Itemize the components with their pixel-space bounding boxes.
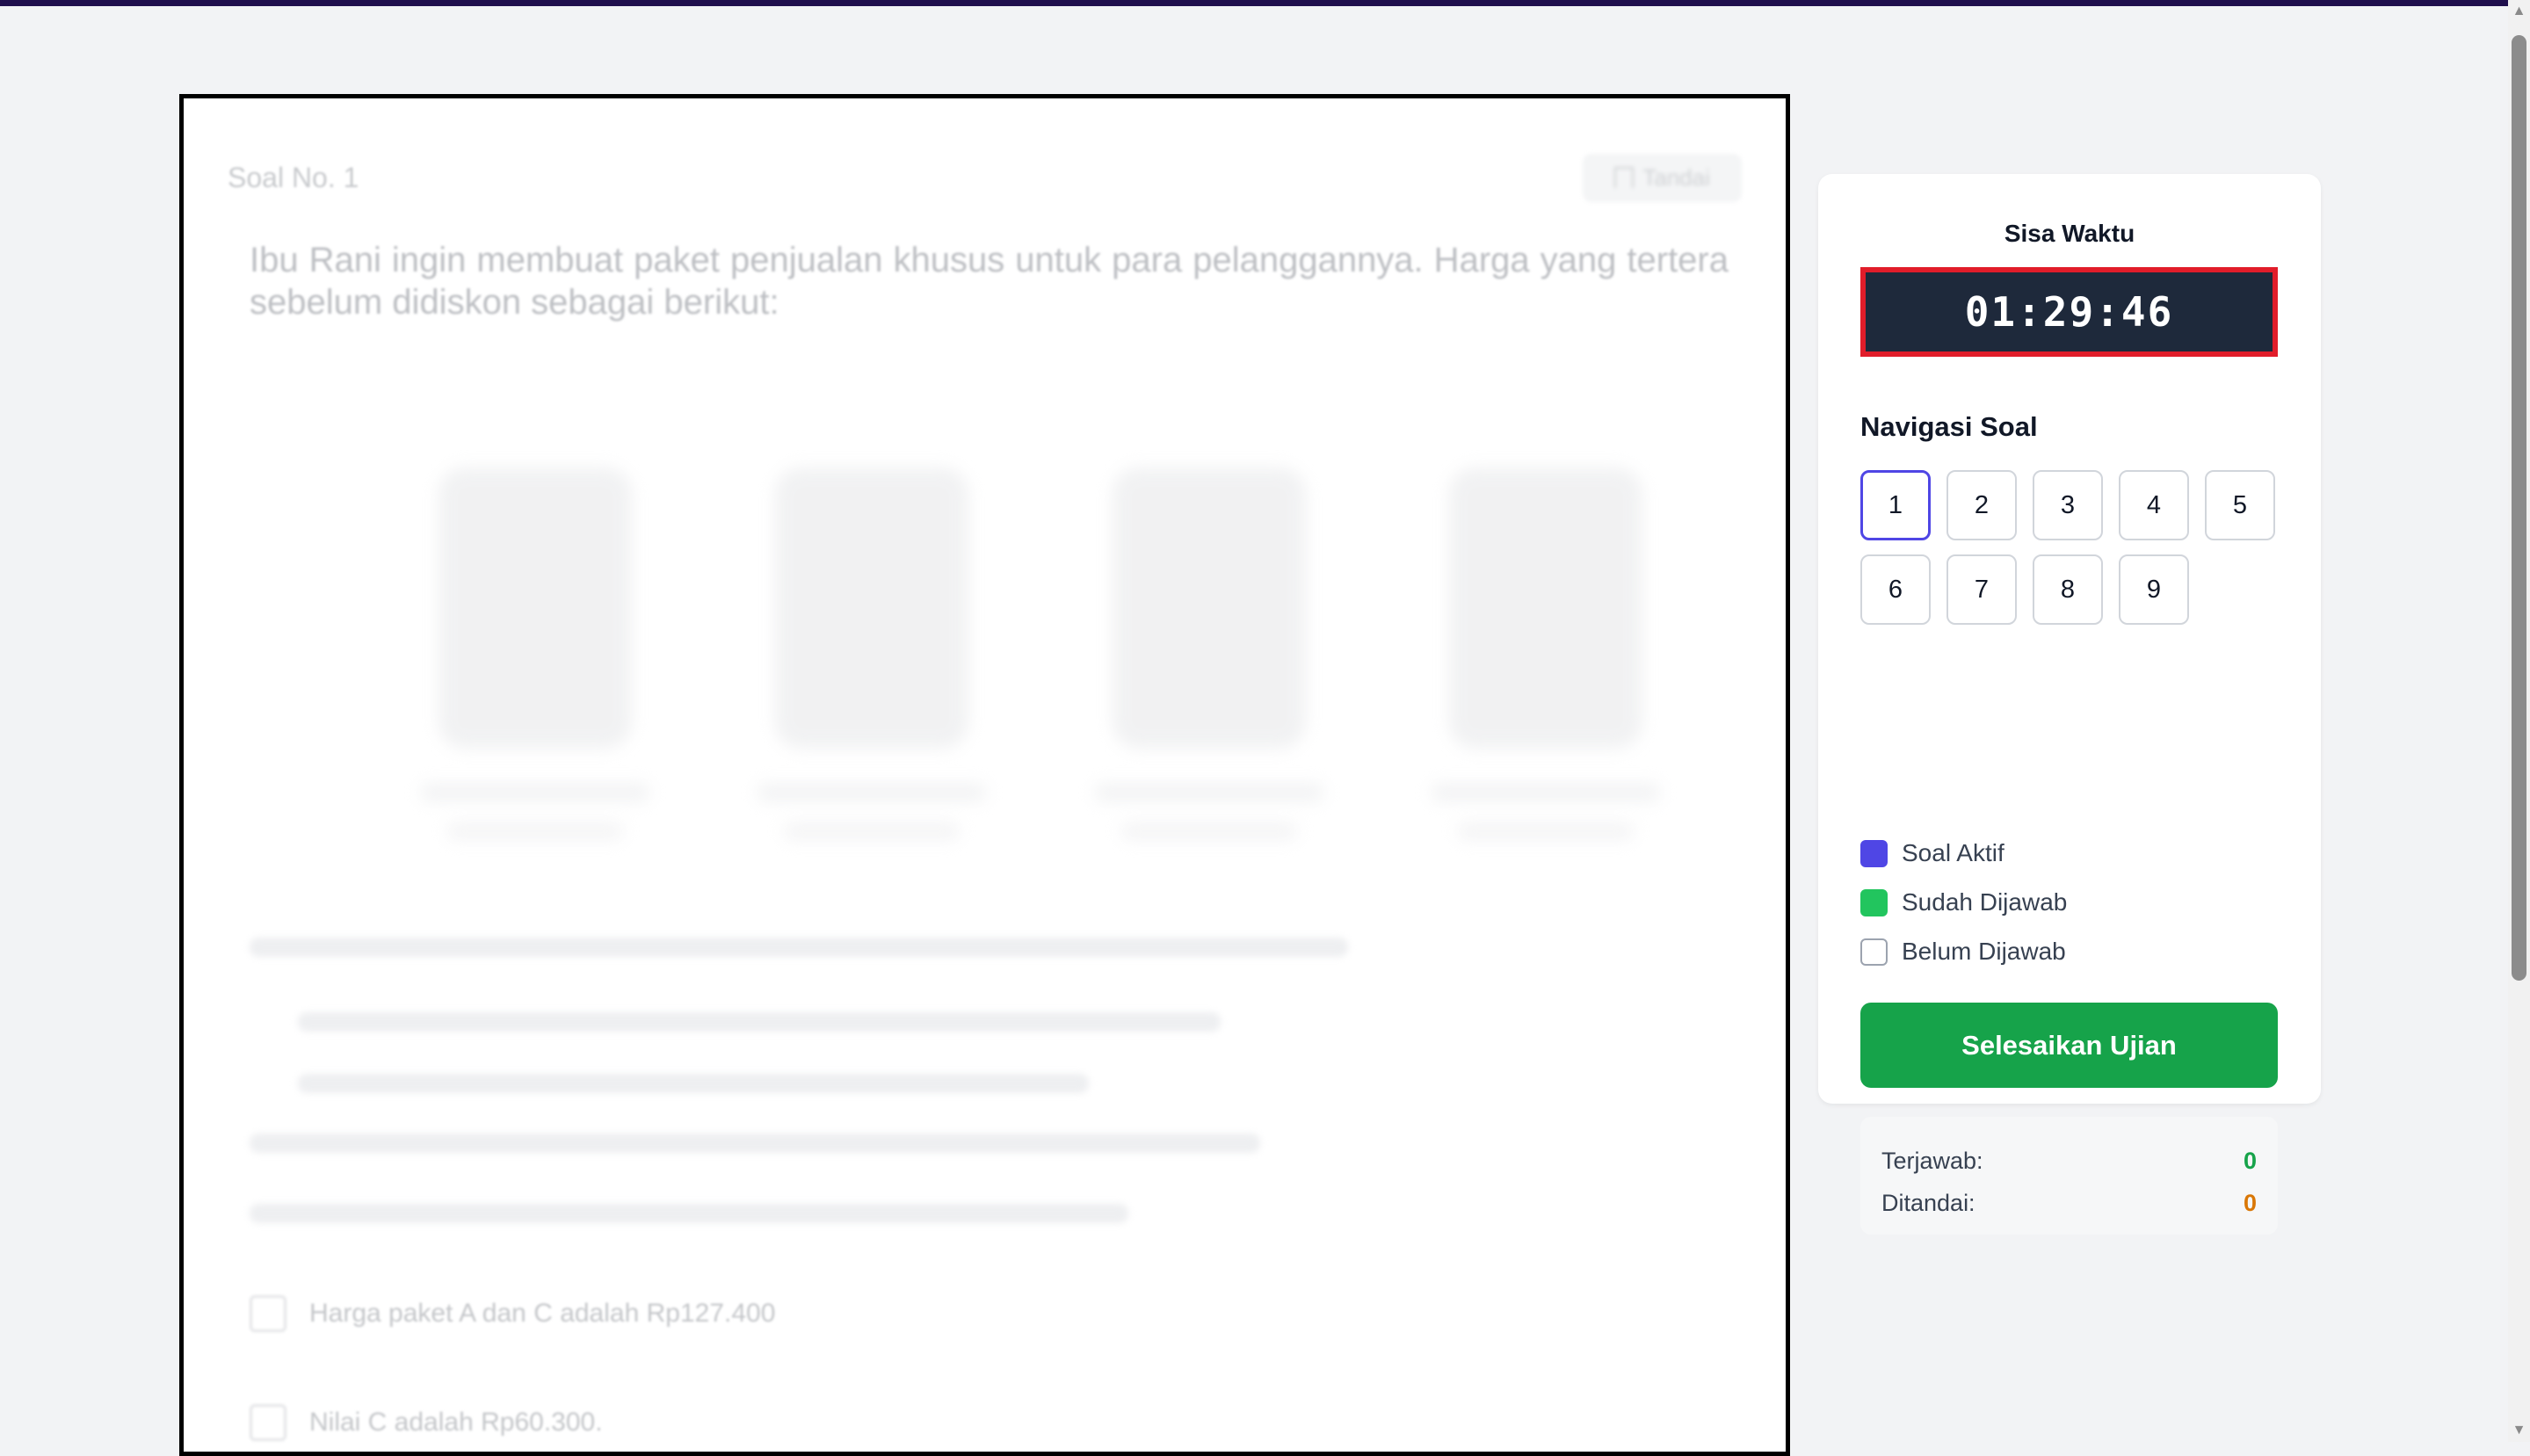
legend-item-answered: Sudah Dijawab xyxy=(1860,878,2067,927)
finish-exam-button[interactable]: Selesaikan Ujian xyxy=(1860,1003,2278,1088)
answer-option[interactable]: Harga paket A dan C adalah Rp127.400 xyxy=(250,1295,775,1332)
product-item xyxy=(1077,467,1341,960)
question-nav-button-6[interactable]: 6 xyxy=(1860,554,1931,625)
question-nav-button-7[interactable]: 7 xyxy=(1946,554,2017,625)
summary-row-marked: Ditandai: 0 xyxy=(1881,1182,2257,1224)
legend-item-active: Soal Aktif xyxy=(1860,829,2067,878)
question-nav-button-2[interactable]: 2 xyxy=(1946,470,2017,540)
product-item xyxy=(1414,467,1678,960)
scroll-up-arrow-icon[interactable]: ▲ xyxy=(2508,0,2530,23)
marked-count: 0 xyxy=(2243,1189,2257,1216)
question-nav-button-9[interactable]: 9 xyxy=(2119,554,2189,625)
faded-text-line xyxy=(250,1204,1128,1223)
question-nav-button-3[interactable]: 3 xyxy=(2033,470,2103,540)
mark-question-label: Tandai xyxy=(1642,163,1710,191)
faded-text-line xyxy=(298,1074,1089,1093)
status-legend: Soal Aktif Sudah Dijawab Belum Dijawab xyxy=(1860,829,2067,976)
legend-label: Soal Aktif xyxy=(1902,839,2004,866)
question-nav-button-8[interactable]: 8 xyxy=(2033,554,2103,625)
legend-item-unanswered: Belum Dijawab xyxy=(1860,927,2067,976)
mark-question-button[interactable]: Tandai xyxy=(1583,153,1742,202)
faded-text-line xyxy=(298,1012,1221,1032)
question-navigation-grid: 1 2 3 4 5 6 7 8 9 xyxy=(1860,470,2282,625)
option-checkbox[interactable] xyxy=(250,1404,286,1441)
question-nav-button-4[interactable]: 4 xyxy=(2119,470,2189,540)
product-item xyxy=(740,467,1004,960)
question-nav-button-1[interactable]: 1 xyxy=(1860,470,1931,540)
answer-option[interactable]: Nilai C adalah Rp60.300. xyxy=(250,1404,603,1441)
page-scrollbar[interactable]: ▲ ▼ xyxy=(2508,0,2530,1442)
product-images xyxy=(403,467,1678,960)
faded-text-line xyxy=(250,1134,1260,1153)
product-image xyxy=(1112,467,1306,749)
top-accent-bar xyxy=(0,0,2508,6)
timer-label: Sisa Waktu xyxy=(2004,220,2135,247)
product-image xyxy=(775,467,969,749)
scrollbar-thumb[interactable] xyxy=(2512,35,2526,981)
option-text: Harga paket A dan C adalah Rp127.400 xyxy=(309,1299,776,1328)
question-text: Ibu Rani ingin membuat paket penjualan k… xyxy=(250,241,1729,322)
marked-label: Ditandai: xyxy=(1881,1189,1975,1216)
question-number: Soal No. 1 xyxy=(228,161,359,193)
legend-swatch-answered xyxy=(1860,888,1888,916)
timer-value: 01:29:46 xyxy=(1964,288,2174,336)
product-item xyxy=(403,467,667,960)
question-panel: Soal No. 1 Tandai Ibu Rani ingin membuat… xyxy=(179,94,1790,1456)
answered-count: 0 xyxy=(2243,1147,2257,1174)
question-nav-button-5[interactable]: 5 xyxy=(2205,470,2275,540)
exam-sidebar: Sisa Waktu 01:29:46 Navigasi Soal 1 2 3 … xyxy=(1818,174,2321,1235)
answer-summary: Terjawab: 0 Ditandai: 0 xyxy=(1860,1117,2278,1235)
product-image xyxy=(1448,467,1642,749)
question-header: Soal No. 1 Tandai xyxy=(228,151,1742,204)
question-navigation-title: Navigasi Soal xyxy=(1860,411,2038,442)
faded-text-line xyxy=(250,938,1348,957)
countdown-timer: 01:29:46 xyxy=(1860,267,2278,357)
legend-swatch-unanswered xyxy=(1860,938,1888,966)
summary-row-answered: Terjawab: 0 xyxy=(1881,1140,2257,1182)
legend-label: Belum Dijawab xyxy=(1902,938,2066,965)
option-checkbox[interactable] xyxy=(250,1295,286,1332)
option-text: Nilai C adalah Rp60.300. xyxy=(309,1408,603,1437)
scroll-down-arrow-icon[interactable]: ▼ xyxy=(2508,1419,2530,1442)
answered-label: Terjawab: xyxy=(1881,1147,1983,1174)
product-image xyxy=(439,467,632,749)
bookmark-icon xyxy=(1614,167,1635,188)
legend-label: Sudah Dijawab xyxy=(1902,888,2068,916)
legend-swatch-active xyxy=(1860,839,1888,867)
